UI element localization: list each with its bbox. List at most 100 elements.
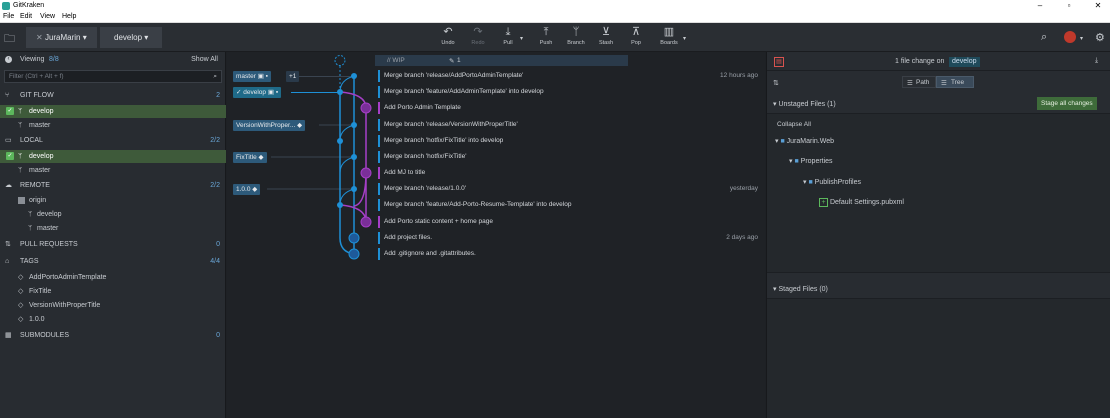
ref-master[interactable]: master ▣ ▪ (233, 71, 271, 82)
avatar[interactable] (1064, 31, 1076, 43)
commit-avatar[interactable] (360, 102, 372, 114)
chevron-down-icon: ▾ (80, 33, 87, 42)
pull-button[interactable]: ⤓ Pull (493, 26, 523, 47)
commit-node[interactable] (337, 89, 343, 95)
unstaged-header[interactable]: ▾ Unstaged Files (1) (773, 100, 836, 108)
redo-button[interactable]: ↷ Redo (463, 26, 493, 47)
ref-more[interactable]: +1 (286, 71, 300, 82)
sort-icon[interactable]: ⇅ (773, 79, 779, 87)
push-button[interactable]: ⤒ Push (531, 26, 561, 47)
undo-button[interactable]: ↶ Undo (433, 26, 463, 47)
commit-node[interactable] (351, 186, 357, 192)
filter-input[interactable]: Filter (Ctrl + Alt + f) ⌕ (4, 70, 222, 83)
commit-row[interactable]: Merge branch 'hotfix/FixTitle' (378, 149, 762, 165)
tree-folder[interactable]: ▾ ■ JuraMarin.Web (775, 137, 834, 145)
gitflow-item-master[interactable]: ᛘ master (0, 119, 226, 132)
tree-icon: ☰ (941, 80, 947, 87)
cloud-icon: ☁ (5, 182, 12, 189)
wip-label[interactable]: // WIP (387, 57, 405, 64)
minimize-icon[interactable]: – (1030, 0, 1050, 12)
search-icon: ⌕ (213, 73, 217, 80)
commit-avatar[interactable] (360, 216, 372, 228)
tags-section[interactable]: ⌂ TAGS 4/4 (0, 255, 226, 269)
commit-node[interactable] (337, 138, 343, 144)
pull-icon: ⤓ (505, 26, 511, 38)
commit-row[interactable]: Add Porto static content + home page (378, 214, 762, 230)
tag-item[interactable]: ◇ VersionWithProperTitle (0, 299, 226, 312)
staged-header[interactable]: ▾ Staged Files (0) (773, 285, 828, 293)
commit-row[interactable]: Merge branch 'release/AddPortoAdminTempl… (378, 68, 762, 84)
tree-folder[interactable]: ▾ ■ Properties (789, 157, 833, 165)
main-toolbar: 🗀 ✕ JuraMarin ▾ develop ▾ ↶ Undo ↷ Redo ⤓ P… (0, 23, 1110, 52)
commit-node[interactable] (351, 73, 357, 79)
show-all-link[interactable]: Show All (191, 56, 218, 63)
commit-row[interactable]: Merge branch 'release/1.0.0' yesterday (378, 181, 762, 197)
chevron-down-icon[interactable]: ▾ (683, 35, 686, 42)
maximize-icon[interactable]: ▫ (1059, 0, 1079, 12)
local-item-master[interactable]: ᛘ master (0, 164, 226, 177)
remote-item-master[interactable]: ᛘ master (0, 222, 226, 235)
commit-node[interactable] (351, 122, 357, 128)
commit-row[interactable]: Merge branch 'feature/AddAdminTemplate' … (378, 84, 762, 100)
commit-row[interactable]: Add .gitignore and .gitattributes. (378, 246, 762, 262)
menu-edit[interactable]: Edit (20, 13, 32, 20)
folder-icon[interactable]: 🗀 (4, 30, 18, 45)
commit-node[interactable] (351, 154, 357, 160)
pull-requests-section[interactable]: ⇅ PULL REQUESTS 0 (0, 238, 226, 252)
download-icon[interactable]: ⤓ (1095, 57, 1098, 65)
close-icon[interactable]: ✕ (1088, 0, 1108, 12)
discard-icon[interactable]: ▤ (774, 57, 784, 67)
boards-button[interactable]: ▥ Boards (654, 26, 684, 47)
gitflow-item-develop[interactable]: ✓ ᛘ develop (0, 105, 226, 118)
remote-origin[interactable]: origin (0, 194, 226, 207)
commit-row[interactable]: Add MJ to title (378, 165, 762, 181)
commit-row[interactable]: Merge branch 'hotfix/FixTitle' into deve… (378, 133, 762, 149)
repo-tab[interactable]: ✕ JuraMarin ▾ (26, 27, 97, 48)
tree-file[interactable]: + Default Settings.pubxml (819, 198, 904, 207)
commit-row[interactable]: Add project files. 2 days ago (378, 230, 762, 246)
local-section[interactable]: ▭ LOCAL 2/2 (0, 134, 226, 148)
branch-selector[interactable]: develop ▾ (100, 27, 163, 48)
commit-avatar[interactable] (360, 167, 372, 179)
tree-folder[interactable]: ▾ ■ PublishProfiles (803, 178, 861, 186)
branch-button[interactable]: ᛘ Branch (561, 26, 591, 47)
commit-row[interactable]: Merge branch 'release/VersionWithProperT… (378, 117, 762, 133)
gear-icon[interactable]: ⚙ (1095, 31, 1105, 44)
path-view-button[interactable]: ☰ Path (902, 76, 936, 88)
computer-icon: ▣ (267, 89, 275, 96)
stash-icon: ⊻ (601, 26, 611, 38)
collapse-all-link[interactable]: Collapse All (777, 121, 811, 128)
pop-button[interactable]: ⊼ Pop (621, 26, 651, 47)
tag-item[interactable]: ◇ 1.0.0 (0, 313, 226, 326)
file-added-icon: + (819, 198, 828, 207)
back-icon[interactable]: ‹ (5, 56, 12, 63)
branch-icon: ᛘ (18, 167, 23, 174)
stage-all-button[interactable]: Stage all changes (1037, 97, 1097, 110)
gitflow-section[interactable]: ⑂ GIT FLOW 2 (0, 89, 226, 103)
submodules-section[interactable]: ▦ SUBMODULES 0 (0, 329, 226, 343)
menu-file[interactable]: File (3, 13, 14, 20)
commit-row[interactable]: Merge branch 'feature/Add-Porto-Resume-T… (378, 197, 762, 213)
left-sidebar: ‹ Viewing 8/8 Show All Filter (Ctrl + Al… (0, 52, 226, 418)
ref-tag-100[interactable]: 1.0.0 ◆ (233, 184, 261, 195)
menu-help[interactable]: Help (62, 13, 76, 20)
tree-view-button[interactable]: ☰ Tree (936, 76, 974, 88)
chevron-down-icon[interactable]: ▾ (1080, 35, 1083, 42)
remote-item-develop[interactable]: ᛘ develop (0, 208, 226, 221)
close-tab-icon[interactable]: ✕ (36, 33, 45, 42)
search-icon[interactable]: ⌕ (1041, 31, 1047, 44)
tag-item[interactable]: ◇ FixTitle (0, 285, 226, 298)
commit-node[interactable] (337, 202, 343, 208)
ref-tag-version[interactable]: VersionWithProper... ◆ (233, 120, 306, 131)
tag-item[interactable]: ◇ AddPortoAdminTemplate (0, 271, 226, 284)
chevron-down-icon[interactable]: ▾ (520, 35, 523, 42)
commit-avatar[interactable] (348, 248, 360, 260)
commit-row[interactable]: Add Porto Admin Template (378, 100, 762, 116)
menu-view[interactable]: View (40, 13, 55, 20)
stash-button[interactable]: ⊻ Stash (591, 26, 621, 47)
remote-section[interactable]: ☁ REMOTE 2/2 (0, 179, 226, 193)
ref-tag-fixtitle[interactable]: FixTitle ◆ (233, 152, 267, 163)
ref-develop[interactable]: ✓ develop ▣ ▪ (233, 87, 282, 98)
commit-avatar[interactable] (348, 232, 360, 244)
local-item-develop[interactable]: ✓ ᛘ develop (0, 150, 226, 163)
